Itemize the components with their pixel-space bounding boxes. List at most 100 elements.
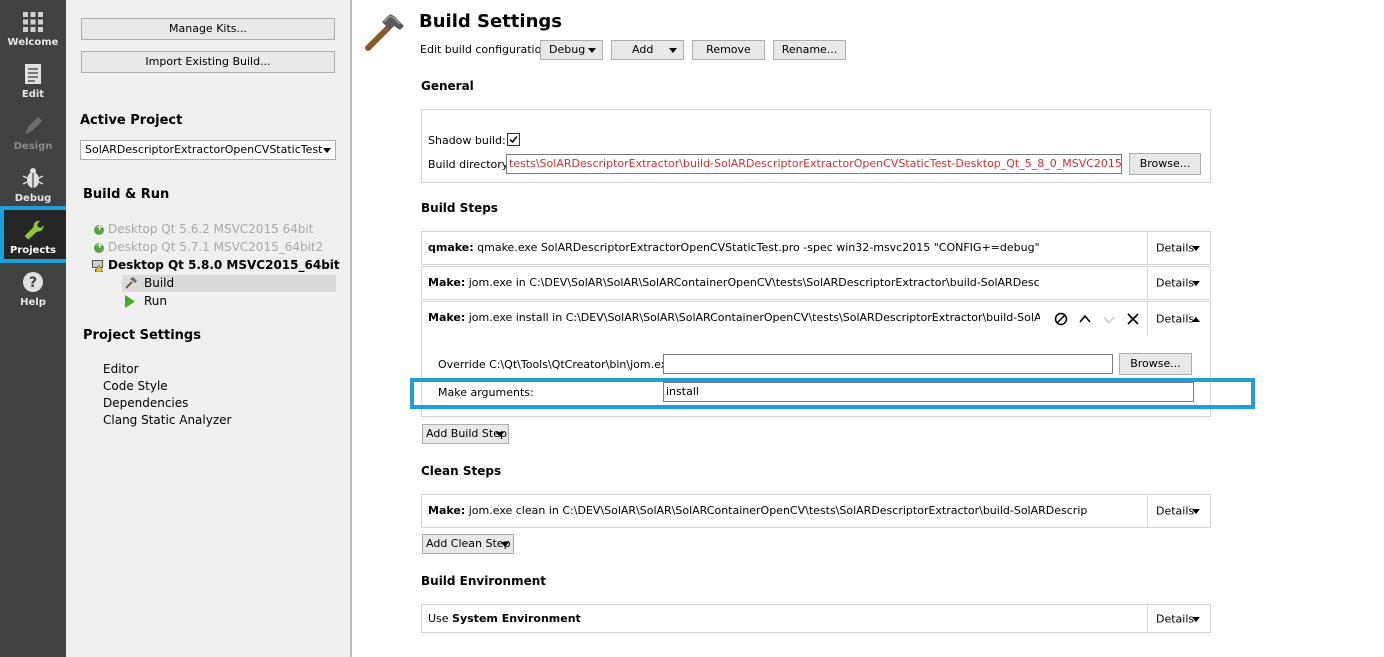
- mode-design[interactable]: Design: [0, 104, 66, 156]
- disable-step-icon[interactable]: [1053, 311, 1069, 327]
- rename-config-button[interactable]: Rename...: [773, 40, 846, 60]
- kit-item[interactable]: Desktop Qt 5.6.2 MSVC2015 64bit: [94, 222, 313, 236]
- chevron-down-icon: [669, 48, 677, 53]
- build-settings-panel: Build Settings Edit build configuration:…: [352, 0, 1384, 657]
- kit-item-active[interactable]: Desktop Qt 5.8.0 MSVC2015_64bit: [92, 258, 340, 272]
- build-config-value: Debug: [549, 43, 586, 56]
- chevron-down-icon: [1192, 281, 1200, 286]
- remove-config-button[interactable]: Remove: [692, 40, 765, 60]
- mode-label: Help: [20, 297, 46, 308]
- chevron-down-icon: [1192, 616, 1200, 622]
- checkmark-icon: [509, 136, 518, 144]
- project-settings-item-editor[interactable]: Editor: [103, 362, 139, 376]
- edit-build-config-label: Edit build configuration:: [420, 43, 553, 56]
- chevron-up-icon: [1192, 317, 1200, 322]
- details-label: Details: [1156, 504, 1195, 518]
- edit-document-icon: [25, 64, 41, 84]
- chevron-down-icon: [501, 542, 509, 547]
- step-prefix: Make:: [428, 311, 466, 324]
- general-box: Shadow build: Build directory: tests\Sol…: [421, 109, 1211, 183]
- hammer-icon: [365, 14, 404, 51]
- add-clean-step-button[interactable]: Add Clean Step: [422, 534, 514, 554]
- shadow-build-checkbox[interactable]: [507, 133, 520, 146]
- details-label: Details: [1156, 312, 1195, 326]
- build-run-title: Build & Run: [83, 187, 170, 202]
- mode-debug[interactable]: Debug: [0, 156, 66, 208]
- mode-label: Welcome: [7, 37, 59, 48]
- step-command: qmake.exe SolARDescriptorExtractorOpenCV…: [477, 241, 1040, 254]
- add-config-button[interactable]: Add: [611, 40, 684, 60]
- help-question-icon: ?: [23, 272, 43, 292]
- welcome-grid-icon: [23, 12, 43, 32]
- kit-child-label: Build: [144, 276, 175, 290]
- build-environment-section-title: Build Environment: [421, 574, 546, 588]
- build-step-make: Make: jom.exe in C:\DEV\SolAR\SolAR\SolA…: [421, 266, 1211, 300]
- kit-item[interactable]: Desktop Qt 5.7.1 MSVC2015_64bit2: [94, 240, 324, 254]
- mode-welcome[interactable]: Welcome: [0, 0, 66, 52]
- build-step-summary: qmake: qmake.exe SolARDescriptorExtracto…: [428, 241, 1040, 254]
- build-steps-section-title: Build Steps: [421, 201, 498, 215]
- run-triangle-icon: [125, 295, 135, 308]
- build-directory-input[interactable]: tests\SolARDescriptorExtractor\build-Sol…: [506, 154, 1122, 174]
- add-config-label: Add: [632, 43, 654, 56]
- design-pen-icon: [25, 117, 42, 134]
- step-command: jom.exe in C:\DEV\SolAR\SolAR\SolARConta…: [468, 276, 1040, 289]
- build-environment-summary: Use System Environment: [428, 612, 581, 625]
- details-toggle[interactable]: Details: [1147, 232, 1210, 264]
- override-make-label: Override C:\Qt\Tools\QtCreator\bin\jom.e…: [438, 358, 678, 371]
- hammer-icon: [125, 277, 137, 289]
- mode-label: Debug: [14, 193, 52, 204]
- step-command: jom.exe install in C:\DEV\SolAR\SolAR\So…: [468, 311, 1040, 324]
- project-settings-item-dependencies[interactable]: Dependencies: [103, 396, 188, 410]
- details-label: Details: [1156, 276, 1195, 290]
- chevron-down-icon: [1192, 246, 1200, 251]
- details-toggle[interactable]: Details: [1147, 267, 1210, 299]
- mode-label: Edit: [21, 89, 45, 100]
- chevron-down-icon: [496, 432, 504, 437]
- build-step-header: Make: jom.exe install in C:\DEV\SolAR\So…: [422, 302, 1210, 336]
- build-step-summary: Make: jom.exe in C:\DEV\SolAR\SolAR\SolA…: [428, 276, 1040, 289]
- remove-step-icon[interactable]: [1125, 311, 1141, 327]
- computer-warning-icon: [92, 260, 104, 272]
- active-project-combo[interactable]: SolARDescriptorExtractorOpenCVStaticTest: [80, 140, 336, 160]
- kit-label: Desktop Qt 5.7.1 MSVC2015_64bit2: [108, 240, 324, 254]
- add-build-step-label: Add Build Step: [426, 427, 507, 440]
- kit-child-build[interactable]: Build: [122, 275, 336, 292]
- move-up-icon[interactable]: [1077, 311, 1093, 327]
- import-existing-build-button[interactable]: Import Existing Build...: [81, 51, 335, 73]
- active-project-value: SolARDescriptorExtractorOpenCVStaticTest: [85, 143, 323, 156]
- add-build-step-button[interactable]: Add Build Step: [422, 424, 509, 444]
- build-step-qmake: qmake: qmake.exe SolARDescriptorExtracto…: [421, 231, 1211, 265]
- move-down-icon[interactable]: [1101, 311, 1117, 327]
- kit-child-run[interactable]: Run: [122, 293, 336, 310]
- mode-edit[interactable]: Edit: [0, 52, 66, 104]
- mode-help[interactable]: ? Help: [0, 260, 66, 312]
- clean-steps-section-title: Clean Steps: [421, 464, 502, 478]
- kit-label: Desktop Qt 5.8.0 MSVC2015_64bit: [108, 258, 340, 272]
- project-settings-item-code-style[interactable]: Code Style: [103, 379, 168, 393]
- build-directory-browse-button[interactable]: Browse...: [1129, 153, 1201, 175]
- chevron-down-icon: [1192, 509, 1200, 514]
- clean-step-summary: Make: jom.exe clean in C:\DEV\SolAR\SolA…: [428, 504, 1088, 517]
- env-name: System Environment: [452, 612, 581, 625]
- project-settings-item-clang[interactable]: Clang Static Analyzer: [103, 413, 231, 427]
- details-toggle[interactable]: Details: [1147, 495, 1210, 527]
- details-toggle[interactable]: Details: [1147, 605, 1210, 632]
- clean-step-make: Make: jom.exe clean in C:\DEV\SolAR\SolA…: [421, 494, 1211, 528]
- details-toggle[interactable]: Details: [1147, 302, 1210, 336]
- mode-bar: Welcome Edit Design Debug Projects ? Hel…: [0, 0, 66, 657]
- general-section-title: General: [421, 79, 474, 93]
- debug-bug-icon: [22, 168, 44, 188]
- kit-add-icon: [94, 241, 104, 253]
- manage-kits-button[interactable]: Manage Kits...: [81, 18, 335, 40]
- projects-highlight-frame: [0, 206, 70, 263]
- active-project-title: Active Project: [80, 113, 183, 128]
- build-config-combo[interactable]: Debug: [540, 40, 603, 60]
- chevron-down-icon: [588, 48, 596, 53]
- chevron-down-icon: [323, 148, 331, 153]
- override-make-browse-button[interactable]: Browse...: [1119, 353, 1192, 375]
- override-make-input[interactable]: [663, 354, 1113, 374]
- build-directory-label: Build directory:: [428, 158, 512, 171]
- shadow-build-label: Shadow build:: [428, 134, 506, 147]
- svg-text:?: ?: [29, 275, 37, 291]
